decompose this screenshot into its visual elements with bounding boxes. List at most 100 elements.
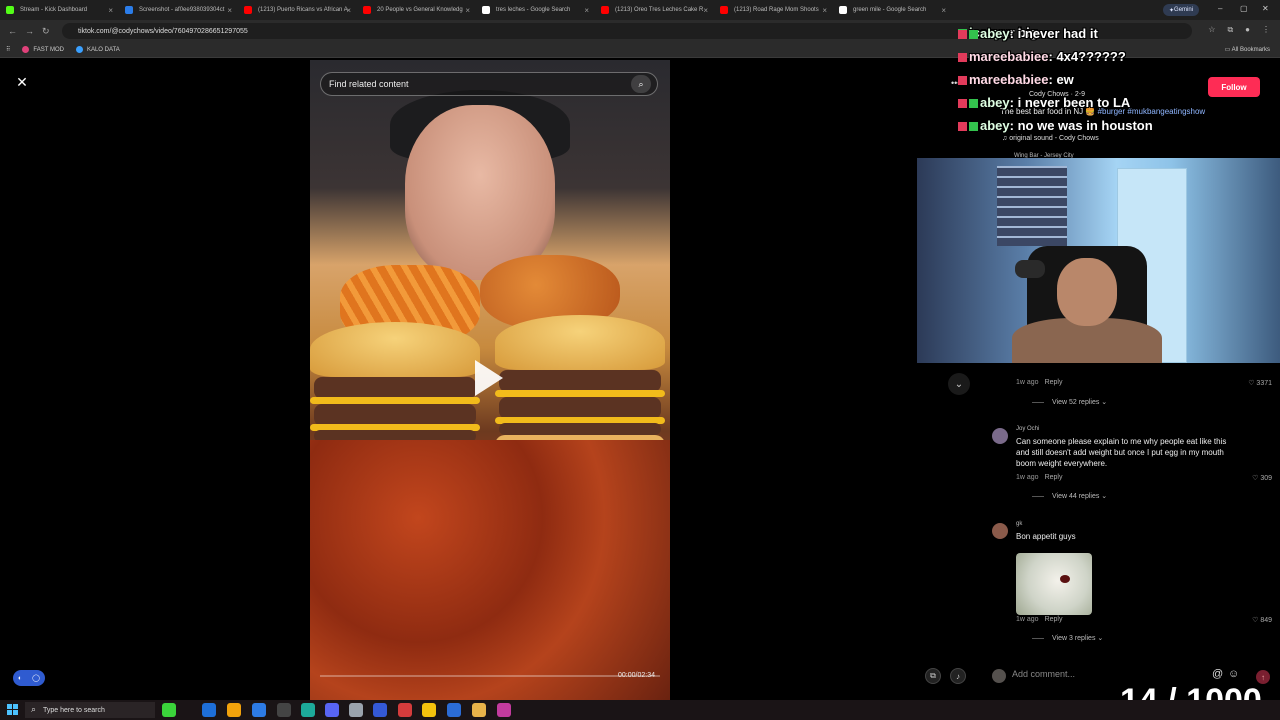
chrome-icon[interactable]	[472, 703, 486, 717]
kalo-data-icon	[75, 46, 83, 53]
browser-tab[interactable]: green mile - Google Search ×	[833, 0, 952, 20]
browser-tab[interactable]: (1213) Puerto Ricans vs African A ×	[238, 0, 357, 20]
picture-in-picture-icon[interactable]: ⧉	[925, 668, 941, 684]
avatar[interactable]	[992, 428, 1008, 444]
extensions-icon[interactable]: ⧉	[1227, 25, 1233, 35]
like-count[interactable]: ♡ 849	[1252, 616, 1272, 624]
discord-icon[interactable]	[325, 703, 339, 717]
view-replies[interactable]: View 52 replies ⌄	[1032, 398, 1107, 406]
close-video-icon[interactable]: ✕	[13, 73, 31, 91]
browser-tab[interactable]: Stream - Kick Dashboard ×	[0, 0, 119, 20]
menu-icon[interactable]: ⋮	[1262, 25, 1270, 35]
app-icon[interactable]	[398, 703, 412, 717]
comment-user[interactable]: gk	[1016, 521, 1022, 527]
video-frame-face	[405, 105, 555, 280]
emoji-icon[interactable]: ☺	[1228, 668, 1239, 680]
progress-bar[interactable]	[320, 675, 660, 677]
app-icon[interactable]	[301, 703, 315, 717]
moderator-badge-icon	[958, 99, 967, 109]
close-tab-icon[interactable]: ×	[703, 6, 708, 15]
close-tab-icon[interactable]: ×	[584, 6, 589, 15]
forward-icon[interactable]: →	[25, 26, 34, 36]
view-replies[interactable]: View 3 replies ⌄	[1032, 634, 1103, 642]
windows-start-icon[interactable]	[7, 704, 18, 715]
view-replies-label: View 3 replies	[1052, 634, 1096, 642]
bookmark-star-icon[interactable]: ☆	[1208, 25, 1215, 35]
view-replies-label: View 52 replies	[1052, 398, 1100, 406]
heart-badge-icon	[958, 53, 967, 63]
close-tab-icon[interactable]: ×	[941, 6, 946, 15]
app-icon[interactable]	[373, 703, 387, 717]
tab-title: green mile - Google Search	[853, 7, 927, 13]
tab-title: tres leches - Google Search	[496, 7, 571, 13]
close-tab-icon[interactable]: ×	[465, 6, 470, 15]
app-icon[interactable]	[349, 703, 363, 717]
comment-placeholder: Add comment...	[1012, 669, 1076, 679]
browser-tab[interactable]: (1213) Road Rage Mom Shoots ×	[714, 0, 833, 20]
profile-icon[interactable]: ●	[1245, 25, 1250, 35]
like-count[interactable]: ♡ 3371	[1248, 379, 1272, 387]
gemini-button[interactable]: ✦ Gemini	[1163, 4, 1200, 16]
mention-icon[interactable]: @	[1212, 668, 1223, 680]
chrome-icon[interactable]	[422, 703, 436, 717]
bookmark-label: FAST MOD	[33, 46, 64, 53]
sound-link[interactable]: ♫ original sound - Cody Chows	[1002, 135, 1099, 142]
tab-title: (1213) Puerto Ricans vs African A	[258, 7, 348, 13]
app-icon[interactable]	[252, 703, 266, 717]
bookmark-fast-mod[interactable]: FAST MOD	[22, 46, 64, 53]
browser-tab[interactable]: (1213) Oreo Tres Leches Cake R ×	[595, 0, 714, 20]
chat-message: mareebabiee: ew	[958, 72, 1074, 87]
close-tab-icon[interactable]: ×	[346, 6, 351, 15]
toggle-right-icon: ◯	[32, 675, 40, 682]
add-comment-input[interactable]: Add comment...	[1012, 669, 1212, 679]
bookmark-kalo-data[interactable]: KALO DATA	[75, 46, 120, 53]
close-window-icon[interactable]: ✕	[1262, 4, 1269, 13]
app-icon[interactable]	[497, 703, 511, 717]
app-icon[interactable]	[277, 703, 291, 717]
close-tab-icon[interactable]: ×	[822, 6, 827, 15]
browser-tab[interactable]: 20 People vs General Knowledg ×	[357, 0, 476, 20]
avatar[interactable]	[992, 523, 1008, 539]
chat-message: mareebabiee: 4x4??????	[958, 49, 1126, 64]
close-tab-icon[interactable]: ×	[227, 6, 232, 15]
folder-icon: ▭	[1224, 47, 1232, 53]
back-icon[interactable]: ←	[8, 26, 17, 36]
microphone-icon	[1015, 260, 1045, 278]
app-icon[interactable]	[162, 703, 176, 717]
reply-button[interactable]: Reply	[1045, 616, 1063, 623]
toggle-switch[interactable]: ◐ ◯	[13, 670, 45, 686]
browser-tab[interactable]: Screenshot - af0ee938039304ct ×	[119, 0, 238, 20]
like-count[interactable]: ♡ 309	[1252, 474, 1272, 482]
youtube-icon	[720, 6, 728, 14]
verified-badge-icon	[969, 122, 978, 132]
comments-panel: Cody Chows · 2-9 Follow The best bar foo…	[980, 58, 1280, 700]
app-icon[interactable]	[447, 703, 461, 717]
reply-button[interactable]: Reply	[1045, 379, 1063, 386]
moderator-badge-icon	[958, 122, 967, 132]
reply-button[interactable]: Reply	[1045, 474, 1063, 481]
minimize-icon[interactable]: –	[1218, 4, 1222, 13]
video-player[interactable]: Find related content ⌕ 00:00/02:34	[310, 60, 670, 700]
tab-title: (1213) Oreo Tres Leches Cake R	[615, 7, 704, 13]
follow-button[interactable]: Follow	[1208, 77, 1260, 97]
play-icon[interactable]	[475, 360, 503, 396]
find-related-search[interactable]: Find related content ⌕	[320, 72, 658, 96]
volume-icon[interactable]: ♪	[950, 668, 966, 684]
close-tab-icon[interactable]: ×	[108, 6, 113, 15]
all-bookmarks-button[interactable]: ▭ All Bookmarks	[1225, 46, 1270, 53]
maximize-icon[interactable]: ▢	[1240, 4, 1248, 13]
view-replies[interactable]: View 44 replies ⌄	[1032, 492, 1107, 500]
comment-time: 1w ago	[1016, 379, 1039, 386]
reload-icon[interactable]: ↻	[42, 26, 50, 37]
apps-grid-icon[interactable]: ⠿	[6, 46, 10, 53]
chevron-down-icon: ⌄	[1099, 493, 1108, 500]
app-icon[interactable]	[227, 703, 241, 717]
taskbar-search[interactable]: ⌕ Type here to search	[25, 702, 155, 718]
chevron-down-icon[interactable]: ⌄	[948, 373, 970, 395]
comment-image[interactable]	[1016, 553, 1092, 615]
all-bookmarks-label: All Bookmarks	[1231, 47, 1270, 53]
search-icon[interactable]: ⌕	[631, 75, 651, 93]
app-icon[interactable]	[202, 703, 216, 717]
comment-user[interactable]: Joy Ochi	[1016, 426, 1039, 432]
browser-tab[interactable]: tres leches - Google Search ×	[476, 0, 595, 20]
